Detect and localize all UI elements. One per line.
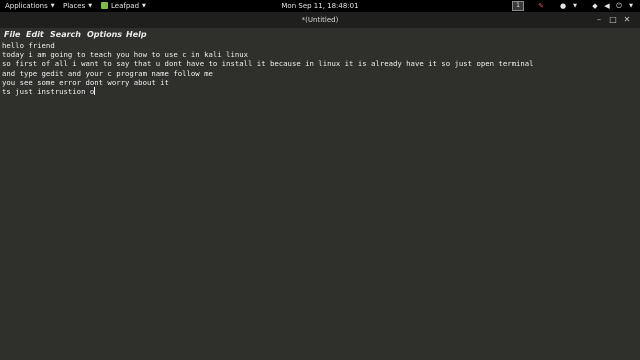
close-icon[interactable]: ✕: [622, 15, 632, 25]
editor-line: today i am going to teach you how to use…: [2, 50, 249, 60]
workspace-indicator[interactable]: 1: [512, 1, 524, 11]
menu-file[interactable]: File: [4, 28, 20, 41]
top-panel: Applications ▼ Places ▼ Leafpad ▼ Mon Sep 1…: [0, 0, 640, 12]
text-editor[interactable]: hello friend today i am going to teach y…: [0, 41, 640, 360]
menubar: File Edit Search Options Help: [0, 28, 640, 41]
editor-line: and type gedit and your c program name f…: [2, 68, 213, 78]
chevron-down-icon: ▼: [573, 3, 577, 9]
menu-options[interactable]: Options: [87, 28, 122, 41]
maximize-icon[interactable]: □: [608, 15, 618, 25]
update-icon[interactable]: ●: [559, 2, 567, 10]
window-titlebar[interactable]: *(Untitled) – □ ✕: [0, 12, 640, 28]
network-icon[interactable]: ◆: [591, 2, 599, 10]
window-title: *(Untitled): [301, 16, 339, 24]
keyboard-icon[interactable]: ✎: [537, 2, 545, 10]
clock-label: Mon Sep 11, 18:48:01: [281, 2, 359, 10]
editor-line-text: ts just instrustion o: [2, 86, 95, 96]
editor-line-current: ts just instrustion o: [2, 86, 640, 96]
text-cursor: [94, 86, 96, 95]
menu-edit[interactable]: Edit: [26, 28, 44, 41]
chevron-down-icon: ▼: [629, 3, 633, 9]
editor-line: you see some error dont worry about it: [2, 77, 169, 87]
editor-line: hello friend: [2, 41, 55, 50]
volume-icon[interactable]: ◀: [603, 2, 611, 10]
minimize-icon[interactable]: –: [594, 15, 604, 25]
power-icon[interactable]: ⏻: [615, 2, 623, 10]
editor-line: so first of all i want to say that u don…: [2, 59, 534, 69]
menu-help[interactable]: Help: [126, 28, 147, 41]
menu-search[interactable]: Search: [50, 28, 81, 41]
